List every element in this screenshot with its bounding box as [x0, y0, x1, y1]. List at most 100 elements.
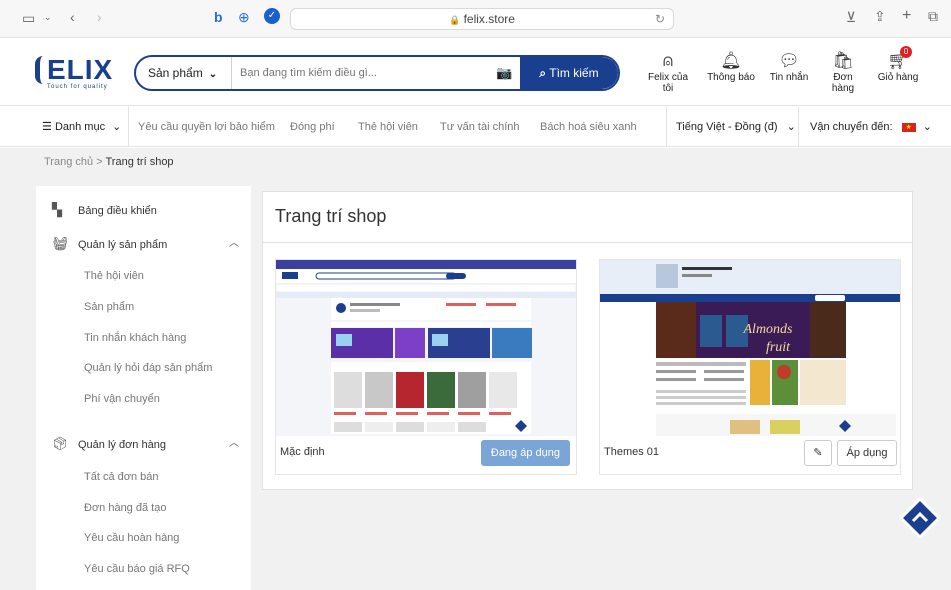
- sidebar-item-customer-messages[interactable]: Tin nhắn khách hàng: [84, 332, 186, 344]
- logo-text: ELIX: [47, 54, 114, 85]
- cart-icon: 🛒︎ 0: [886, 46, 912, 72]
- theme-card-themes01: Almonds fruit Themes 01 ✎ Áp dụng: [599, 259, 901, 475]
- breadcrumb-home[interactable]: Trang chủ: [44, 156, 93, 168]
- extension-icon[interactable]: ⊕: [238, 9, 250, 26]
- camera-icon[interactable]: 📷: [496, 65, 512, 81]
- sidebar-item-dashboard[interactable]: ▚ Bảng điều khiển: [52, 202, 157, 218]
- menu-icon: ☰: [42, 121, 52, 133]
- chevron-down-icon: ⌄: [786, 121, 796, 133]
- url-bar[interactable]: 🔒 felix.store ↻: [290, 8, 674, 30]
- theme-preview-image: [276, 260, 576, 436]
- search-button-label: Tìm kiếm: [549, 66, 599, 80]
- verified-icon[interactable]: ✓: [264, 8, 280, 24]
- chevron-down-icon: ⌄: [112, 121, 122, 133]
- nav-link-finance[interactable]: Tư vấn tài chính: [440, 107, 520, 147]
- nav-link-membership[interactable]: Thẻ hội viên: [358, 107, 418, 147]
- search-input[interactable]: [240, 63, 490, 83]
- header-cart[interactable]: 🛒︎ 0 Giỏ hàng: [876, 46, 920, 83]
- apply-theme-button[interactable]: Áp dụng: [837, 440, 897, 466]
- sidebar-item-product-qa[interactable]: Quản lý hỏi đáp sản phẩm: [84, 362, 212, 374]
- search-button[interactable]: ⌕ Tìm kiếm: [520, 57, 618, 89]
- search-bar: Sản phẩm ⌄ 📷 ⌕ Tìm kiếm: [134, 55, 620, 91]
- back-icon[interactable]: ‹: [70, 9, 75, 25]
- chevron-down-icon: ⌄: [922, 121, 932, 133]
- dashboard-icon: ▚: [52, 202, 62, 217]
- divider: [128, 107, 129, 147]
- theme-name: Mặc định: [280, 446, 325, 458]
- sidebar-item-all-sales[interactable]: Tất cả đơn bán: [84, 471, 158, 483]
- nav-link-insurance[interactable]: Yêu cầu quyền lợi bảo hiểm: [138, 107, 275, 147]
- category-nav: ☰ Danh mục ⌄ Yêu cầu quyền lợi bảo hiểm …: [0, 107, 951, 147]
- breadcrumb-separator: >: [96, 156, 103, 168]
- sidebar-item-return-requests[interactable]: Yêu cầu hoàn hàng: [84, 532, 179, 544]
- sidebar-item-shipping-fee[interactable]: Phí vận chuyển: [84, 393, 160, 405]
- sidebar-toggle-icon[interactable]: ▭: [22, 10, 35, 27]
- banner-text-almonds: Almonds: [743, 322, 794, 337]
- banner-text-fruit: fruit: [766, 340, 791, 355]
- breadcrumb-current: Trang trí shop: [105, 156, 174, 168]
- nav-link-grocery[interactable]: Bách hoá siêu xanh: [540, 107, 637, 147]
- nav-link-pay-fee[interactable]: Đóng phí: [290, 107, 335, 147]
- header-orders[interactable]: 🛍︎ Đơn hàng: [821, 50, 865, 94]
- sidebar-group-orders[interactable]: 📦︎ Quản lý đơn hàng: [52, 436, 166, 452]
- basket-icon: 🧺︎: [52, 236, 69, 251]
- boxes-icon: 📦︎: [52, 436, 69, 451]
- download-icon[interactable]: ⊻: [846, 9, 856, 26]
- chevron-up-icon[interactable]: ︿: [229, 234, 239, 249]
- header-my-felix-label: Felix của tôi: [647, 72, 688, 94]
- scroll-to-top-button[interactable]: [898, 496, 942, 540]
- sidebar-item-membership[interactable]: Thẻ hội viên: [84, 270, 144, 282]
- breadcrumb: Trang chủ > Trang trí shop: [44, 156, 174, 168]
- header-notifications[interactable]: 🔔︎ Thông báo: [707, 50, 755, 83]
- chevron-down-icon: ⌄: [208, 69, 218, 80]
- theme-preview-themes01[interactable]: Almonds fruit: [600, 260, 900, 436]
- header-messages[interactable]: 💬︎ Tin nhắn: [767, 50, 811, 83]
- header-messages-label: Tin nhắn: [769, 72, 809, 83]
- page-content: Trang chủ > Trang trí shop ▚ Bảng điều kh…: [0, 148, 951, 590]
- edit-theme-button[interactable]: ✎: [804, 440, 832, 466]
- theme-applied-button[interactable]: Đang áp dụng: [480, 440, 570, 466]
- user-icon: ⍝: [662, 51, 674, 70]
- site-header: ELIX Touch for quality Sản phẩm ⌄ 📷 ⌕ Tìm…: [0, 38, 951, 106]
- sidebar-item-label: Bảng điều khiển: [78, 205, 157, 217]
- reload-icon[interactable]: ↻: [655, 9, 665, 29]
- chevron-up-icon[interactable]: ︿: [229, 434, 239, 449]
- shop-decoration-panel: Trang trí shop Mặc định Đang áp dụng Alm…: [262, 191, 913, 490]
- chevron-up-icon: [898, 496, 942, 540]
- sidebar-group-products[interactable]: 🧺︎ Quản lý sản phẩm: [52, 236, 167, 252]
- sidebar-group-label: Quản lý đơn hàng: [78, 439, 166, 451]
- language-select[interactable]: Tiếng Việt - Đồng (đ) ⌄: [676, 107, 796, 147]
- sidebar-group-label: Quản lý sản phẩm: [78, 239, 168, 251]
- search-category-select[interactable]: Sản phẩm ⌄: [136, 57, 232, 89]
- bell-icon: 🔔︎: [720, 51, 742, 70]
- theme-preview-image: Almonds fruit: [600, 260, 900, 436]
- chat-icon: 💬︎: [778, 51, 800, 70]
- share-icon[interactable]: ⇪: [874, 8, 886, 25]
- header-cart-label: Giỏ hàng: [877, 72, 919, 83]
- logo-mark: [35, 56, 45, 84]
- search-category-label: Sản phẩm: [148, 66, 203, 80]
- cart-badge: 0: [900, 46, 912, 58]
- sidebar-item-rfq[interactable]: Yêu cầu báo giá RFQ: [84, 563, 190, 575]
- vietnam-flag-icon: ★: [901, 122, 916, 132]
- pencil-icon: ✎: [813, 447, 823, 459]
- felix-logo[interactable]: ELIX Touch for quality: [35, 52, 115, 92]
- sidebar-item-products[interactable]: Sản phẩm: [84, 301, 134, 313]
- theme-preview-default[interactable]: [276, 260, 576, 436]
- theme-name: Themes 01: [604, 446, 660, 458]
- category-menu-button[interactable]: ☰ Danh mục ⌄: [42, 107, 121, 147]
- divider: [666, 107, 667, 147]
- header-my-felix[interactable]: ⍝ Felix của tôi: [642, 50, 694, 94]
- url-text: felix.store: [463, 12, 515, 26]
- sidebar-item-created-orders[interactable]: Đơn hàng đã tạo: [84, 502, 166, 514]
- bing-icon[interactable]: b: [214, 9, 223, 25]
- divider: [798, 107, 799, 147]
- forward-icon[interactable]: ›: [97, 9, 102, 25]
- new-tab-icon[interactable]: +: [902, 7, 911, 25]
- shipping-select[interactable]: Vận chuyển đến: ★ ⌄: [810, 107, 932, 147]
- shipping-label: Vận chuyển đến:: [810, 121, 893, 133]
- browser-toolbar: ▭ ⌄ ‹ › b ⊕ ✓ 🔒 felix.store ↻ ⊻ ⇪ + ⧉: [0, 0, 951, 38]
- chevron-down-icon[interactable]: ⌄: [44, 12, 52, 23]
- category-menu-label: Danh mục: [54, 121, 106, 133]
- tabs-overview-icon[interactable]: ⧉: [928, 8, 938, 25]
